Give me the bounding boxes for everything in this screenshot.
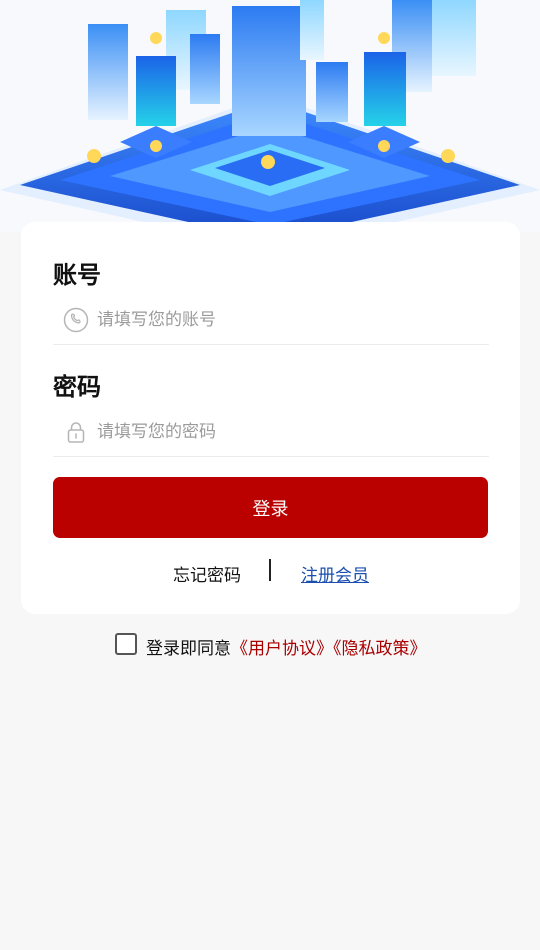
forgot-password-link[interactable]: 忘记密码	[173, 561, 241, 586]
login-card: 账号 密码 登录 忘记密码 注册会员	[21, 222, 520, 614]
account-input[interactable]	[97, 304, 477, 336]
password-input[interactable]	[97, 416, 477, 448]
agreement-checkbox[interactable]	[115, 633, 137, 655]
agreement-prefix: 登录即同意	[146, 639, 231, 659]
user-agreement-link[interactable]: 《用户协议》	[231, 639, 333, 659]
auth-links: 忘记密码 注册会员	[21, 559, 520, 586]
password-label: 密码	[53, 373, 101, 401]
account-input-row	[53, 296, 489, 345]
hero-city-illustration	[0, 0, 540, 232]
privacy-policy-link[interactable]: 《隐私政策》	[333, 639, 427, 659]
link-separator	[269, 559, 271, 581]
lock-icon	[67, 422, 85, 443]
agreement-text: 登录即同意《用户协议》《隐私政策》	[146, 634, 427, 659]
phone-icon	[63, 307, 89, 333]
login-button[interactable]: 登录	[53, 477, 488, 538]
account-label: 账号	[53, 261, 101, 289]
password-input-row	[53, 408, 489, 457]
register-link[interactable]: 注册会员	[301, 561, 369, 586]
